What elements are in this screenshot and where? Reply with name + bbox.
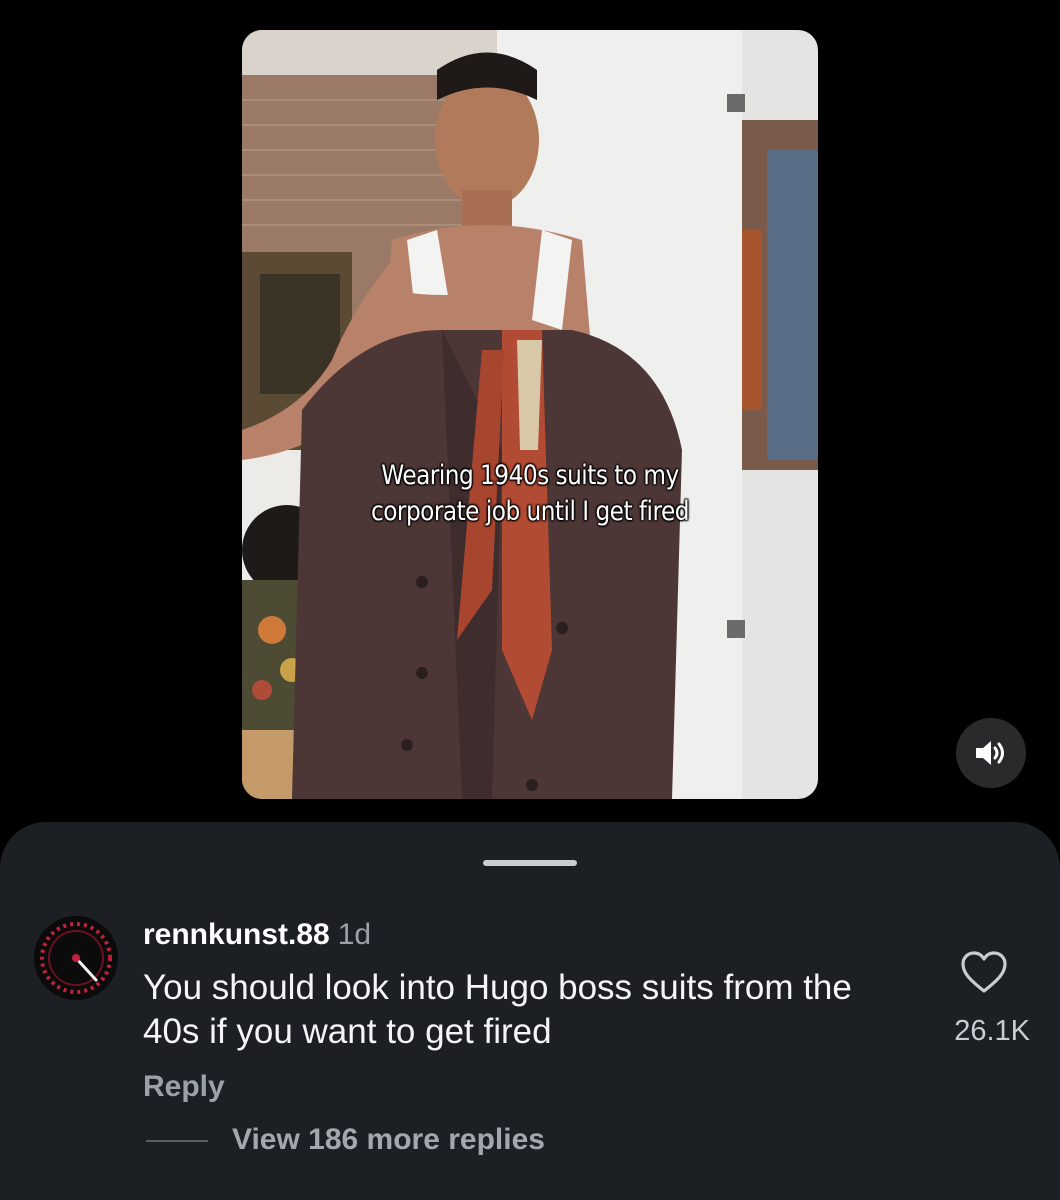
avatar[interactable] — [34, 916, 118, 1000]
sheet-grabber[interactable] — [483, 860, 577, 866]
caption-line-2: corporate job until I get fired — [370, 496, 690, 527]
comment-time: 1d — [337, 918, 372, 951]
comments-sheet: rennkunst.88 1d You should look into Hugo… — [0, 822, 1060, 1200]
replies-divider — [146, 1140, 208, 1142]
heart-icon — [961, 951, 1007, 993]
view-replies-button[interactable]: View 186 more replies — [232, 1122, 545, 1158]
video-frame — [242, 30, 818, 799]
like-count: 26.1K — [954, 1015, 1030, 1047]
caption-line-1: Wearing 1940s suits to my — [381, 460, 679, 491]
video-caption: Wearing 1940s suits to my corporate job … — [282, 458, 777, 530]
sound-toggle-button[interactable] — [956, 718, 1026, 788]
comment-text: You should look into Hugo boss suits fro… — [143, 968, 852, 1051]
video-player[interactable]: Wearing 1940s suits to my corporate job … — [242, 30, 818, 799]
speedometer-avatar — [34, 916, 118, 1000]
reply-button[interactable]: Reply — [143, 1070, 225, 1104]
speaker-icon — [976, 741, 1004, 765]
screen: Wearing 1940s suits to my corporate job … — [0, 0, 1060, 1200]
comment-username[interactable]: rennkunst.88 — [143, 918, 330, 951]
like-button[interactable] — [960, 950, 1008, 994]
comment-header: rennkunst.88 1d — [143, 918, 371, 952]
